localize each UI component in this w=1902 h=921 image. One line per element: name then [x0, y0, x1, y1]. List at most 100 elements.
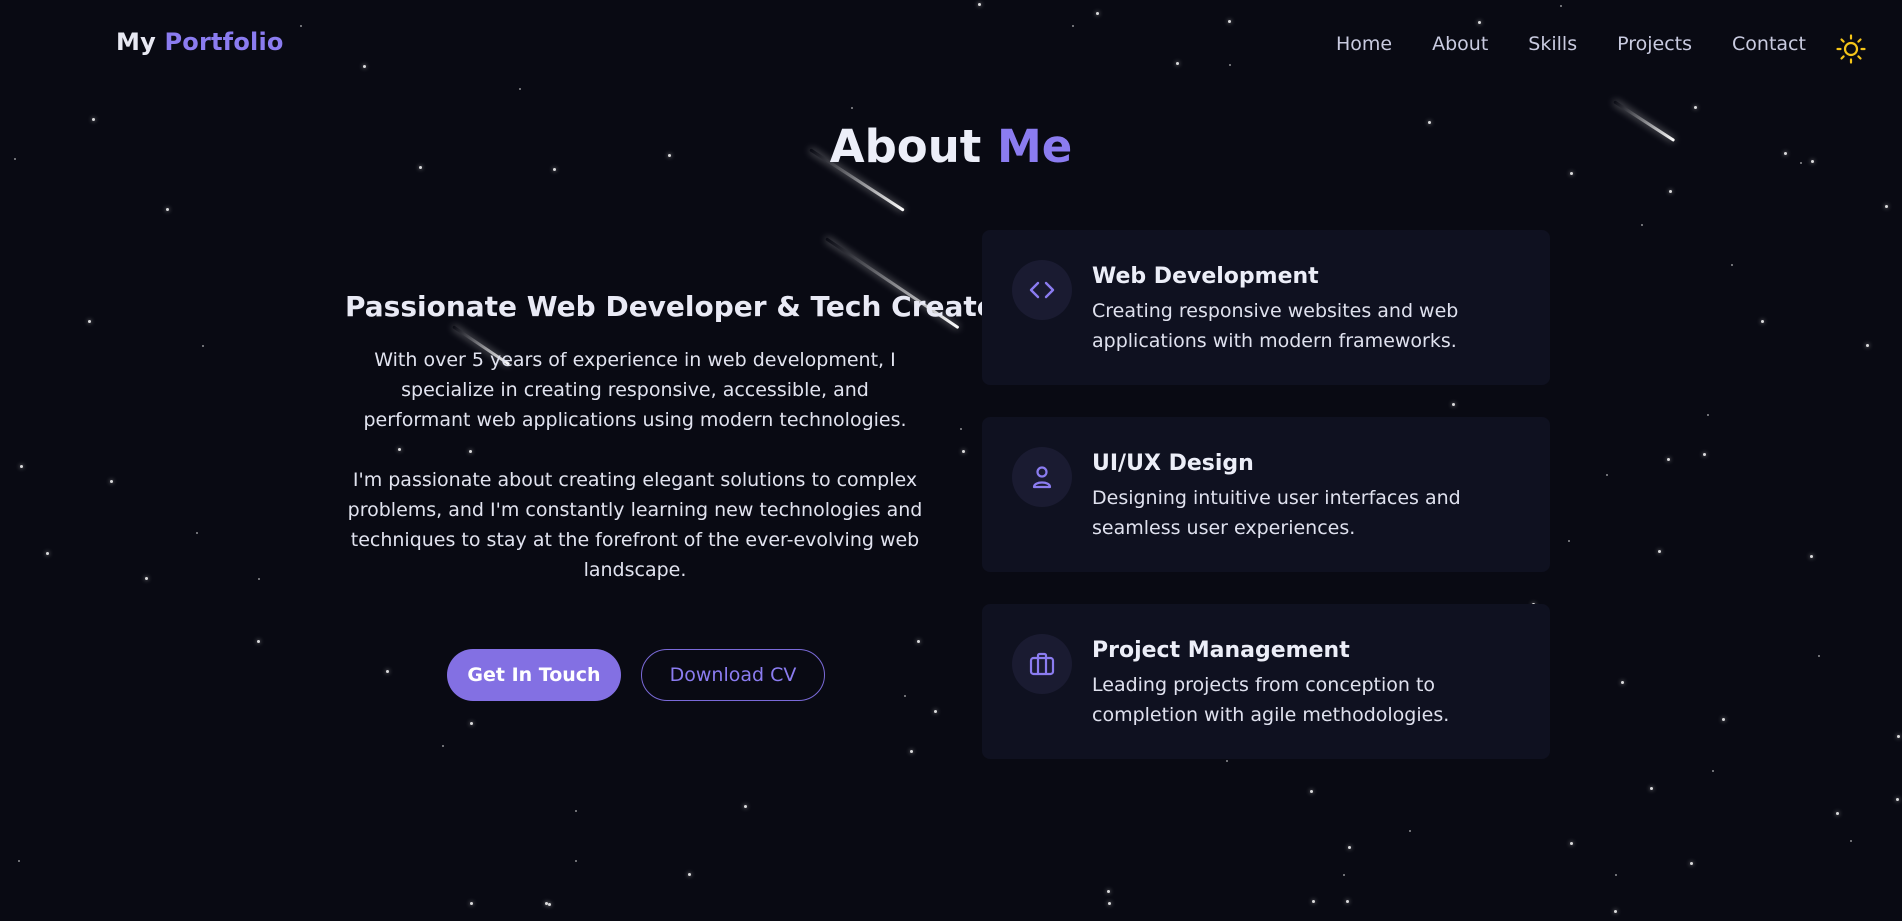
section-title-second: Me	[996, 120, 1073, 173]
nav-contact[interactable]: Contact	[1732, 33, 1806, 55]
star	[1641, 224, 1643, 226]
star	[1343, 874, 1345, 876]
star	[1885, 205, 1888, 208]
card-title: Web Development	[1092, 264, 1319, 289]
star	[1694, 106, 1697, 109]
star	[934, 710, 937, 713]
nav-links: Home About Skills Projects Contact	[1336, 33, 1806, 55]
star	[575, 810, 577, 812]
star	[1897, 735, 1900, 738]
brand-second: Portfolio	[164, 28, 284, 56]
star	[744, 805, 747, 808]
star	[196, 532, 198, 534]
get-in-touch-button[interactable]: Get In Touch	[447, 649, 621, 701]
star	[145, 577, 148, 580]
star	[1310, 790, 1313, 793]
star	[1703, 453, 1706, 456]
star	[688, 873, 691, 876]
intro-block: Passionate Web Developer & Tech Creator …	[345, 290, 1010, 585]
star	[960, 428, 962, 430]
star	[1614, 910, 1617, 913]
user-icon	[1012, 447, 1072, 507]
service-card-web-development: Web Development Creating responsive webs…	[982, 230, 1550, 385]
star	[545, 902, 548, 905]
star	[851, 107, 853, 109]
star	[1690, 862, 1693, 865]
star	[1836, 812, 1839, 815]
star	[904, 695, 906, 697]
star	[1667, 458, 1670, 461]
brand-first: My	[116, 28, 156, 56]
star	[20, 465, 23, 468]
star	[18, 860, 20, 862]
star	[1850, 840, 1852, 842]
star	[1707, 414, 1709, 416]
section-title-first: About	[829, 120, 982, 173]
star	[1810, 555, 1813, 558]
star	[1452, 403, 1455, 406]
star	[962, 450, 965, 453]
star	[1107, 890, 1110, 893]
star	[470, 722, 473, 725]
star	[1731, 264, 1733, 266]
nav-skills[interactable]: Skills	[1528, 33, 1577, 55]
card-title: Project Management	[1092, 638, 1350, 663]
star	[1761, 320, 1764, 323]
star	[258, 578, 260, 580]
section-title: About Me	[0, 120, 1902, 173]
star	[575, 860, 577, 862]
card-description: Leading projects from conception to comp…	[1092, 674, 1450, 726]
card-title: UI/UX Design	[1092, 451, 1254, 476]
star	[1108, 902, 1111, 905]
star	[257, 640, 260, 643]
star	[1409, 830, 1411, 832]
star	[1621, 681, 1624, 684]
star	[1568, 540, 1570, 542]
star	[917, 640, 920, 643]
card-description: Creating responsive websites and web app…	[1092, 300, 1459, 352]
star	[386, 670, 389, 673]
star	[1818, 655, 1820, 657]
service-card-ui-ux-design: UI/UX Design Designing intuitive user in…	[982, 417, 1550, 572]
navbar: My Portfolio Home About Skills Projects …	[0, 0, 1902, 88]
sun-icon[interactable]	[1836, 34, 1866, 64]
star	[1346, 900, 1349, 903]
star	[910, 750, 913, 753]
cta-buttons: Get In Touch Download CV	[447, 649, 825, 701]
briefcase-icon	[1012, 634, 1072, 694]
star	[1650, 787, 1653, 790]
nav-home[interactable]: Home	[1336, 33, 1392, 55]
star	[519, 88, 521, 90]
download-cv-button[interactable]: Download CV	[641, 649, 825, 701]
star	[46, 552, 49, 555]
star	[1615, 874, 1617, 876]
star	[1658, 550, 1661, 553]
intro-paragraph-2: I'm passionate about creating elegant so…	[347, 469, 923, 581]
service-card-project-management: Project Management Leading projects from…	[982, 604, 1550, 759]
star	[166, 208, 169, 211]
star	[1570, 842, 1573, 845]
intro-paragraph-1: With over 5 years of experience in web d…	[363, 349, 907, 431]
star	[470, 902, 473, 905]
intro-heading: Passionate Web Developer & Tech Creator	[345, 290, 1010, 323]
brand-logo[interactable]: My Portfolio	[116, 28, 284, 56]
card-description: Designing intuitive user interfaces and …	[1092, 487, 1461, 539]
star	[110, 480, 113, 483]
star	[1606, 474, 1608, 476]
star	[548, 903, 551, 906]
star	[1712, 770, 1714, 772]
star	[1896, 798, 1899, 801]
star	[1226, 760, 1228, 762]
star	[442, 745, 444, 747]
star	[1866, 344, 1869, 347]
about-page: My Portfolio Home About Skills Projects …	[0, 0, 1902, 921]
star	[1348, 846, 1351, 849]
star	[1312, 900, 1315, 903]
star	[1722, 718, 1725, 721]
star	[88, 320, 91, 323]
nav-about[interactable]: About	[1432, 33, 1488, 55]
star	[202, 345, 204, 347]
code-icon	[1012, 260, 1072, 320]
nav-projects[interactable]: Projects	[1617, 33, 1692, 55]
star	[1669, 190, 1672, 193]
